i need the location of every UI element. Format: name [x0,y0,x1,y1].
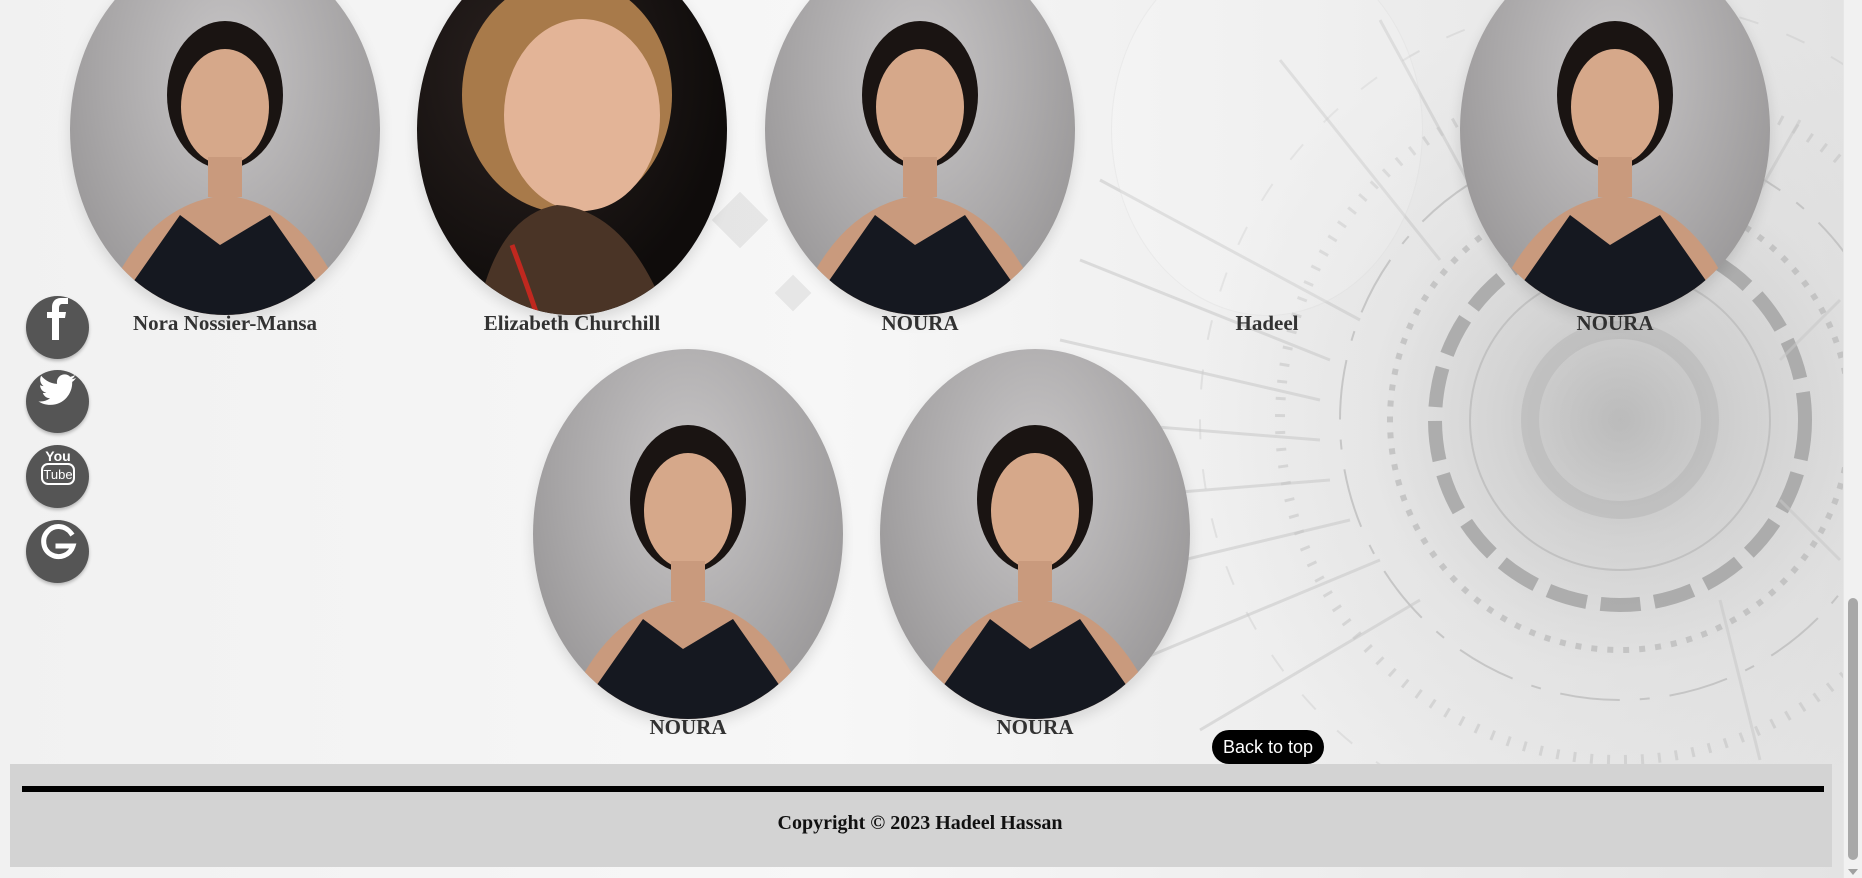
portrait-image [462,0,672,315]
footer: Copyright © 2023 Hadeel Hassan [10,764,1832,867]
facebook-button[interactable] [26,296,89,359]
copyright-text: Copyright © 2023 Hadeel Hassan [777,812,1063,834]
back-to-top-button[interactable]: Back to top [1212,730,1324,764]
member-photo [70,0,380,315]
scrollbar-thumb[interactable] [1848,598,1858,860]
team-member-card: NOURA [528,349,848,740]
google-icon [40,524,76,560]
portrait-image [910,425,1160,719]
member-photo [765,0,1075,315]
portrait-image [795,21,1045,315]
facebook-icon [46,298,68,340]
page-scrollbar[interactable] [1843,0,1862,878]
team-member-card: NOURA [1455,0,1775,336]
footer-divider [22,786,1824,792]
team-member-card: Elizabeth Churchill [412,0,732,336]
portrait-image [1490,21,1740,315]
team-member-card: Hadeel [1107,0,1427,336]
portrait-image [100,21,350,315]
scroll-down-arrow-icon[interactable] [1848,869,1858,875]
member-photo [1460,0,1770,315]
svg-text:You: You [45,448,70,464]
svg-text:Tube: Tube [43,467,72,482]
member-photo [880,349,1190,719]
member-photo [417,0,727,315]
twitter-icon [37,374,76,405]
twitter-button[interactable] [26,370,89,433]
team-member-card: NOURA [760,0,1080,336]
team-member-card: NOURA [875,349,1195,740]
google-button[interactable] [26,520,89,583]
member-photo [533,349,843,719]
youtube-button[interactable]: You Tube [26,445,89,508]
portrait-image [563,425,813,719]
member-photo [1112,0,1422,315]
team-member-card: Nora Nossier-Mansa [65,0,385,336]
youtube-icon: You Tube [40,448,75,485]
